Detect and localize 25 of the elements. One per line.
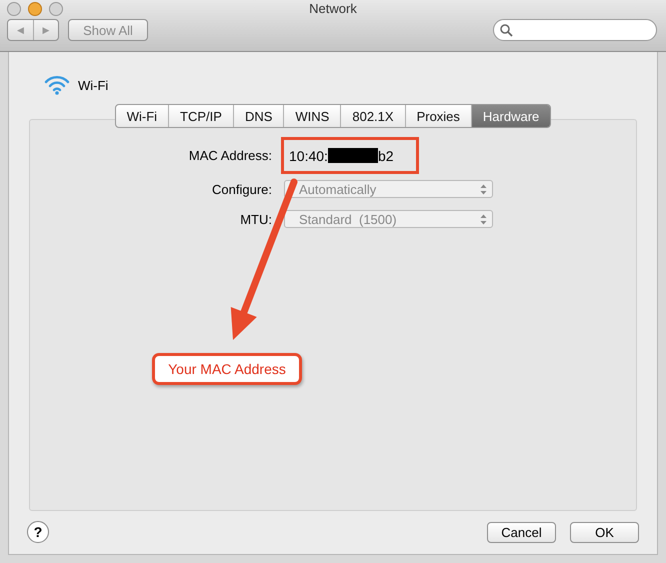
service-name: Wi-Fi	[78, 78, 108, 92]
search-icon	[500, 24, 513, 36]
annotation-callout: Your MAC Address	[152, 353, 302, 385]
help-button[interactable]: ?	[27, 521, 49, 543]
zoom-button[interactable]	[49, 2, 63, 16]
tab[interactable]: WINS	[283, 105, 340, 127]
close-button[interactable]	[7, 2, 21, 16]
tab[interactable]: Hardware	[470, 105, 550, 127]
mac-address-end: b2	[378, 148, 394, 164]
wifi-icon	[44, 74, 70, 96]
dialog-button[interactable]: Cancel	[487, 522, 556, 542]
field-label: Configure:	[212, 182, 272, 196]
tab[interactable]: 802.1X	[340, 105, 405, 127]
field-label: MTU:	[240, 212, 272, 226]
tab[interactable]: DNS	[232, 105, 284, 127]
stepper-icon	[480, 214, 487, 224]
search-field[interactable]	[493, 19, 657, 41]
stepper-icon	[480, 184, 487, 194]
minimize-button[interactable]	[28, 2, 42, 16]
field-label: MAC Address:	[188, 148, 272, 163]
mac-address-start: 10:40:	[289, 148, 328, 164]
tab[interactable]: TCP/IP	[168, 105, 233, 127]
tab[interactable]: Wi-Fi	[116, 105, 168, 127]
dialog-button[interactable]: OK	[570, 522, 639, 542]
window-title: Network	[309, 1, 357, 16]
